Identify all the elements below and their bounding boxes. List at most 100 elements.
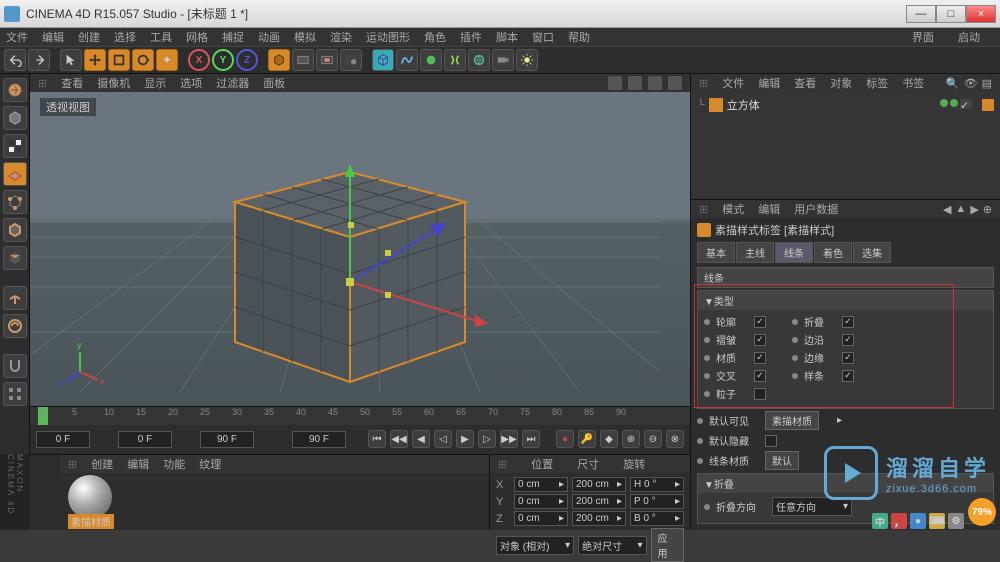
redo-button[interactable] xyxy=(28,49,50,71)
ime-punct-icon[interactable]: ， xyxy=(891,513,907,529)
menu-mograph[interactable]: 运动图形 xyxy=(366,29,410,45)
menu-mesh[interactable]: 网格 xyxy=(186,29,208,45)
rot-p[interactable]: P 0 °▸ xyxy=(630,494,684,509)
scale-tool[interactable] xyxy=(108,49,130,71)
menu-select[interactable]: 选择 xyxy=(114,29,136,45)
tab-sub-main[interactable]: 主线 xyxy=(736,242,774,263)
goto-start[interactable]: ⏮ xyxy=(368,430,386,448)
rot-b[interactable]: B 0 °▸ xyxy=(630,511,684,526)
model-mode[interactable] xyxy=(3,106,27,130)
frame-end2[interactable]: 90 F xyxy=(292,431,346,448)
frame-start[interactable]: 0 F xyxy=(36,431,90,448)
menu-character[interactable]: 角色 xyxy=(424,29,446,45)
render-dot-icon[interactable] xyxy=(950,99,958,107)
menu-help[interactable]: 帮助 xyxy=(568,29,590,45)
autokey-button[interactable]: 🔑 xyxy=(578,430,596,448)
view-menu-view[interactable]: 查看 xyxy=(61,75,83,91)
view-nav-icon[interactable] xyxy=(628,76,642,90)
rot-h[interactable]: H 0 °▸ xyxy=(630,477,684,492)
x-axis-lock[interactable]: X xyxy=(188,49,210,71)
obj-menu-view[interactable]: 查看 xyxy=(794,75,816,91)
attr-menu-userdata[interactable]: 用户数据 xyxy=(794,201,838,217)
snap-settings[interactable] xyxy=(3,382,27,406)
object-item-cube[interactable]: └ 立方体 ✓ xyxy=(695,96,996,114)
ime-full-icon[interactable]: ● xyxy=(910,513,926,529)
mat-menu-create[interactable]: 创建 xyxy=(91,456,113,472)
tab-sub-color[interactable]: 着色 xyxy=(814,242,852,263)
pos-y[interactable]: 0 cm▸ xyxy=(514,494,568,509)
menu-simulate[interactable]: 模拟 xyxy=(294,29,316,45)
attr-menu-mode[interactable]: 模式 xyxy=(722,201,744,217)
frame-current[interactable]: 0 F xyxy=(118,431,172,448)
workplane-mode[interactable] xyxy=(3,162,27,186)
menu-startup[interactable]: 启动 xyxy=(958,29,980,45)
ime-icon[interactable]: 中 xyxy=(872,513,888,529)
minimize-button[interactable]: — xyxy=(906,5,936,23)
sketch-tag-icon[interactable] xyxy=(982,99,994,111)
prev-key[interactable]: ◀◀ xyxy=(390,430,408,448)
mat-menu-tex[interactable]: 纹理 xyxy=(199,456,221,472)
chk-fold[interactable]: ✓ xyxy=(842,316,854,328)
prev-frame[interactable]: ◀ xyxy=(412,430,430,448)
vis-mat-btn[interactable]: 素描材质 xyxy=(765,411,819,430)
pos-z[interactable]: 0 cm▸ xyxy=(514,511,568,526)
menu-script[interactable]: 脚本 xyxy=(496,29,518,45)
close-button[interactable]: × xyxy=(966,5,996,23)
tab-sub-lines[interactable]: 线条 xyxy=(775,242,813,263)
menu-create[interactable]: 创建 xyxy=(78,29,100,45)
menu-tools[interactable]: 工具 xyxy=(150,29,172,45)
view-menu-options[interactable]: 选项 xyxy=(180,75,202,91)
chk-crease[interactable]: ✓ xyxy=(754,334,766,346)
obj-menu-tag[interactable]: 标签 xyxy=(866,75,888,91)
edge-mode[interactable] xyxy=(3,218,27,242)
menu-animation[interactable]: 动画 xyxy=(258,29,280,45)
chk-edge[interactable]: ✓ xyxy=(842,334,854,346)
generator-tool[interactable] xyxy=(420,49,442,71)
primitive-cube[interactable] xyxy=(372,49,394,71)
polygon-mode[interactable] xyxy=(3,246,27,270)
rotate-tool[interactable] xyxy=(132,49,154,71)
make-editable[interactable] xyxy=(3,78,27,102)
play-forward[interactable]: ▶ xyxy=(456,430,474,448)
recent-tool[interactable]: ✦ xyxy=(156,49,178,71)
record-button[interactable]: ● xyxy=(556,430,574,448)
snap-toggle[interactable] xyxy=(3,354,27,378)
filter-icon[interactable]: ▤ xyxy=(982,77,992,90)
nav-up-icon[interactable]: ▲ xyxy=(955,203,966,216)
mat-menu-edit[interactable]: 编辑 xyxy=(127,456,149,472)
nav-back-icon[interactable]: ◀ xyxy=(943,203,951,216)
frame-end[interactable]: 90 F xyxy=(200,431,254,448)
camera-tool[interactable] xyxy=(492,49,514,71)
select-tool[interactable] xyxy=(60,49,82,71)
menu-file[interactable]: 文件 xyxy=(6,29,28,45)
chk-particle[interactable] xyxy=(754,388,766,400)
obj-menu-edit[interactable]: 编辑 xyxy=(758,75,780,91)
chk-hide[interactable] xyxy=(765,435,777,447)
point-mode[interactable] xyxy=(3,190,27,214)
ime-set-icon[interactable]: ⚙ xyxy=(948,513,964,529)
y-axis-lock[interactable]: Y xyxy=(212,49,234,71)
maximize-button[interactable]: □ xyxy=(936,5,966,23)
size-x[interactable]: 200 cm▸ xyxy=(572,477,626,492)
nav-menu-icon[interactable]: ⊕ xyxy=(983,203,992,216)
render-view[interactable] xyxy=(292,49,314,71)
move-tool[interactable] xyxy=(84,49,106,71)
play-back[interactable]: ◁ xyxy=(434,430,452,448)
tab datasub-base[interactable]: 基本 xyxy=(697,242,735,263)
apply-button[interactable]: 应用 xyxy=(651,528,684,562)
environment-tool[interactable] xyxy=(468,49,490,71)
size-mode[interactable]: 绝对尺寸▾ xyxy=(578,536,646,555)
enable-check-icon[interactable]: ✓ xyxy=(960,99,972,109)
obj-menu-file[interactable]: 文件 xyxy=(722,75,744,91)
menu-render[interactable]: 渲染 xyxy=(330,29,352,45)
time-ruler[interactable]: 0 5 10 15 20 25 30 35 40 45 50 55 60 65 … xyxy=(30,407,690,425)
obj-menu-bookmark[interactable]: 书签 xyxy=(902,75,924,91)
mat-menu-func[interactable]: 功能 xyxy=(163,456,185,472)
axis-mode[interactable] xyxy=(3,286,27,310)
next-frame[interactable]: ▷ xyxy=(478,430,496,448)
keyframe-opt3[interactable]: ⊖ xyxy=(644,430,662,448)
z-axis-lock[interactable]: Z xyxy=(236,49,258,71)
chk-spline[interactable]: ✓ xyxy=(842,370,854,382)
nav-fwd-icon[interactable]: ▶ xyxy=(970,203,978,216)
view-menu-panel[interactable]: 面板 xyxy=(263,75,285,91)
